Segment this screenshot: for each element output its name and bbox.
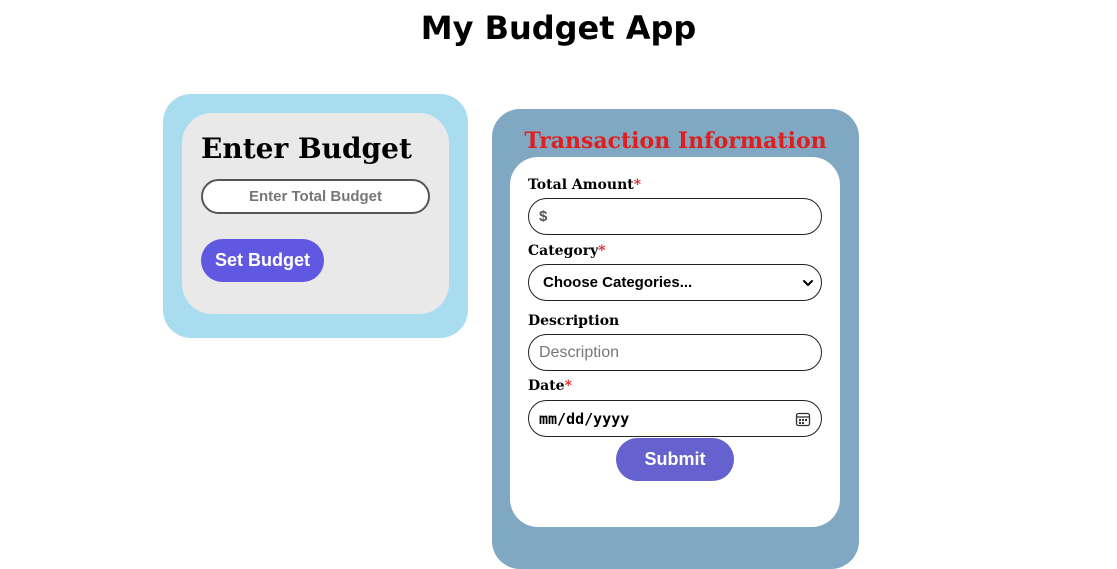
budget-card-inner: Enter Budget Set Budget (182, 113, 449, 314)
date-label-text: Date (528, 378, 565, 394)
date-input[interactable]: mm/dd/yyyy (528, 400, 822, 437)
transaction-card: Transaction Information Total Amount* $ … (492, 109, 859, 569)
description-label: Description (528, 312, 619, 330)
amount-field[interactable]: $ (528, 198, 822, 235)
budget-heading: Enter Budget (201, 132, 412, 165)
budget-card: Enter Budget Set Budget (163, 94, 468, 338)
currency-symbol: $ (539, 208, 548, 225)
category-selected-value: Choose Categories... (543, 274, 693, 291)
category-select[interactable]: Choose Categories... (528, 264, 822, 301)
category-label: Category* (528, 242, 606, 260)
app-title: My Budget App (420, 9, 697, 47)
chevron-down-icon (803, 279, 813, 286)
transaction-form: Total Amount* $ Category* Choose Categor… (510, 157, 840, 527)
amount-label: Total Amount* (528, 176, 641, 194)
amount-label-text: Total Amount (528, 177, 634, 193)
date-value: mm/dd/yyyy (539, 409, 630, 428)
category-label-text: Category (528, 243, 599, 259)
amount-input[interactable] (551, 201, 811, 232)
amount-required-mark: * (633, 177, 642, 193)
description-input[interactable] (528, 334, 822, 371)
total-budget-input[interactable] (201, 179, 430, 214)
date-required-mark: * (564, 378, 572, 394)
description-label-text: Description (528, 313, 620, 329)
calendar-icon[interactable] (795, 411, 811, 427)
category-required-mark: * (598, 243, 606, 259)
submit-button[interactable]: Submit (616, 438, 734, 481)
transaction-heading: Transaction Information (524, 128, 827, 154)
date-label: Date* (528, 377, 572, 395)
set-budget-button[interactable]: Set Budget (201, 239, 324, 282)
